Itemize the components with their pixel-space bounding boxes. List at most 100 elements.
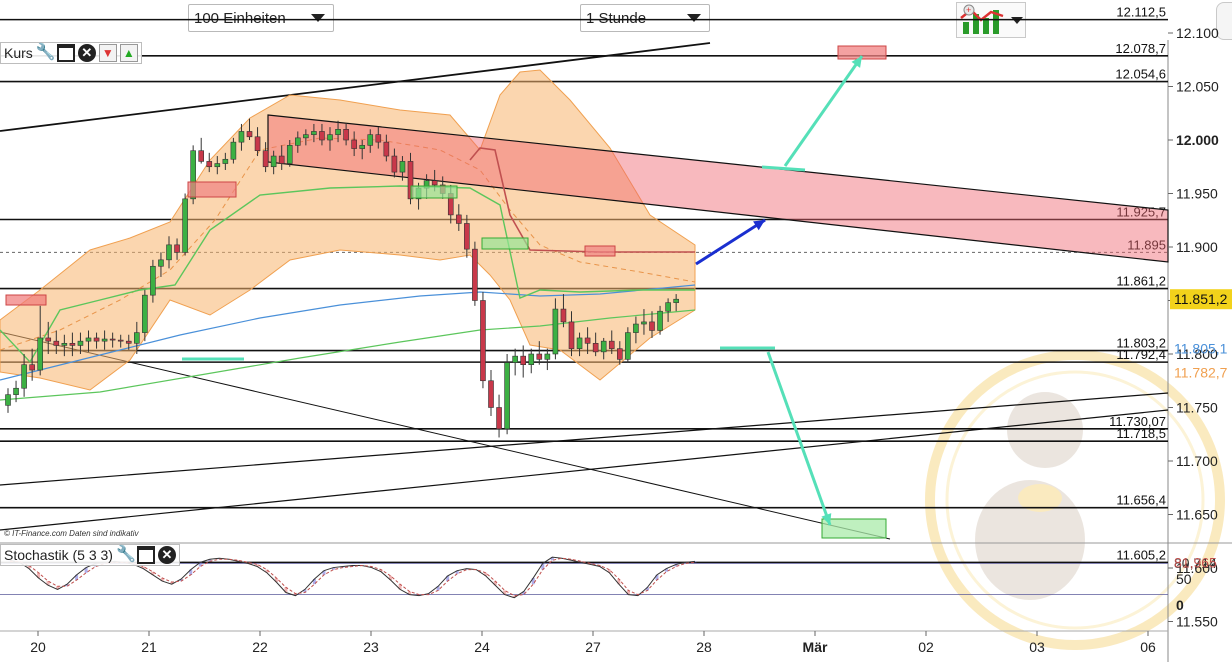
candle-body	[77, 340, 84, 346]
candle-body	[576, 337, 583, 349]
y-tick-label: 12.000	[1176, 132, 1219, 148]
resistance-box	[584, 245, 616, 257]
candle-body	[53, 340, 60, 346]
wrench-icon[interactable]: 🔧	[36, 44, 56, 62]
y-tick-label: 11.650	[1176, 507, 1218, 523]
arrow-breakout	[695, 218, 766, 266]
x-tick-label: 06	[1140, 639, 1156, 655]
candle-body	[391, 155, 398, 173]
support-box	[410, 185, 458, 199]
y-tick-label: 11.900	[1176, 239, 1218, 255]
candle-body	[592, 342, 599, 353]
x-tick-label: 24	[474, 639, 490, 655]
level-label: 11.861,2	[1116, 274, 1166, 289]
window-icon[interactable]	[56, 44, 75, 62]
candle-body	[665, 302, 671, 312]
candle-body	[520, 355, 527, 366]
candle-body	[246, 131, 253, 138]
arrow-up-target	[783, 55, 864, 167]
candle-body	[584, 337, 591, 344]
candle-body	[625, 332, 631, 360]
y-tick-label: 11.950	[1176, 186, 1218, 202]
x-tick-label: 22	[252, 639, 268, 655]
candle-body	[270, 155, 277, 168]
candle-body	[166, 244, 172, 261]
candle-body	[311, 131, 317, 135]
candle-body	[37, 337, 44, 371]
candle-body	[29, 364, 35, 371]
candle-body	[230, 141, 237, 160]
level-label: 11.792,4	[1116, 347, 1166, 362]
arrow-down-target	[766, 351, 832, 526]
candle-body	[117, 339, 124, 342]
candle-body	[375, 134, 382, 143]
candle-body	[351, 139, 357, 149]
y-tick-label: 11.750	[1176, 400, 1218, 416]
candle-body	[61, 342, 68, 346]
y-tick-label: 12.100	[1176, 25, 1219, 41]
candle-body	[633, 323, 639, 333]
candle-body	[262, 150, 269, 168]
stoch-panel-label: Stochastik (5 3 3) 🔧 ✕	[0, 544, 180, 566]
candle-body	[488, 380, 494, 408]
candle-body	[174, 244, 180, 253]
wrench-icon[interactable]: 🔧	[116, 546, 136, 564]
x-tick-label: 23	[363, 639, 379, 655]
y-tick-label: 11.700	[1176, 453, 1218, 469]
trendline-lower-1	[0, 392, 1169, 486]
candle-body	[472, 248, 478, 301]
stoch-panel-title: Stochastik (5 3 3)	[4, 547, 113, 563]
price-panel-title: Kurs	[4, 45, 33, 61]
move-up-icon[interactable]: ▲	[119, 44, 138, 62]
level-label: 11.605,2	[1116, 547, 1166, 562]
price-tag: 11.782,7	[1174, 365, 1228, 381]
candle-body	[286, 145, 293, 164]
candle-body	[93, 337, 100, 342]
candle-body	[158, 259, 164, 267]
candle-body	[480, 300, 486, 382]
resistance-box	[5, 294, 47, 306]
candle-body	[343, 129, 349, 141]
candle-body	[464, 223, 470, 250]
candle-body	[222, 158, 229, 164]
x-tick-label: 20	[30, 639, 46, 655]
candle-body	[399, 161, 406, 173]
level-label: 12.078,7	[1115, 41, 1166, 56]
candle-body	[512, 355, 518, 363]
candle-body	[359, 145, 366, 149]
candle-body	[45, 337, 52, 342]
candle-body	[327, 134, 333, 141]
candle-body	[641, 321, 647, 325]
candle-body	[206, 161, 213, 168]
candle-body	[616, 348, 623, 360]
stoch-tag: 81,965	[1174, 554, 1217, 570]
x-tick-label: Mär	[803, 639, 828, 655]
support-box	[481, 237, 529, 250]
x-tick-label: 02	[918, 639, 934, 655]
candle-body	[101, 338, 108, 342]
candle-body	[254, 136, 261, 151]
candle-body	[21, 364, 27, 389]
level-label: 12.054,6	[1115, 67, 1166, 82]
y-tick-label: 12.050	[1176, 79, 1219, 95]
window-icon[interactable]	[136, 546, 155, 564]
lower-target-box	[821, 518, 887, 539]
price-tag: 11.851,2	[1174, 291, 1228, 307]
level-label: 12.112,5	[1116, 5, 1166, 20]
candle-body	[367, 134, 374, 146]
y-tick-label: 11.550	[1176, 614, 1218, 630]
price-panel-label: Kurs 🔧 ✕ ▼ ▲	[0, 42, 142, 64]
candle-body	[142, 294, 148, 333]
candle-body	[560, 308, 567, 323]
candle-body	[303, 134, 309, 139]
close-icon[interactable]: ✕	[77, 44, 96, 62]
candle-body	[238, 131, 245, 143]
candle-body	[608, 340, 615, 349]
candle-body	[552, 308, 559, 355]
x-tick-label: 27	[585, 639, 601, 655]
move-down-icon[interactable]: ▼	[98, 44, 117, 62]
candle-body	[673, 298, 679, 303]
candle-body	[455, 214, 462, 224]
close-icon[interactable]: ✕	[157, 546, 176, 564]
candle-body	[504, 362, 510, 430]
